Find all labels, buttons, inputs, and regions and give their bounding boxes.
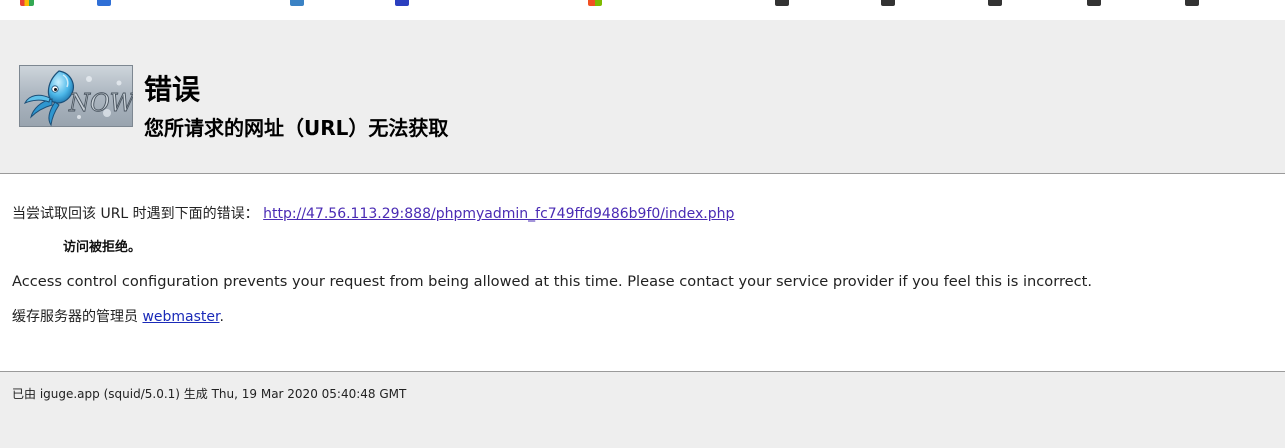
- bookmark-favicon-icon: [1185, 0, 1199, 6]
- squid-logo: NOW: [19, 65, 133, 127]
- bookmark-favicon-icon: [588, 0, 602, 6]
- error-footer: 已由 iguge.app (squid/5.0.1) 生成 Thu, 19 Ma…: [0, 371, 1285, 448]
- error-header: NOW 错误 您所请求的网址（URL）无法获取: [0, 20, 1285, 174]
- generated-by-text: 已由 iguge.app (squid/5.0.1) 生成 Thu, 19 Ma…: [12, 387, 407, 401]
- bookmark-5[interactable]: [588, 0, 610, 6]
- error-content: 当尝试取回该 URL 时遇到下面的错误： http://47.56.113.29…: [0, 174, 1285, 370]
- page-title: 错误: [144, 73, 201, 106]
- apps-grid-icon: [20, 0, 34, 6]
- bookmark-favicon-icon: [395, 0, 409, 6]
- requested-url-link[interactable]: http://47.56.113.29:888/phpmyadmin_fc749…: [263, 206, 734, 222]
- error-prefix: 当尝试取回该 URL 时遇到下面的错误：: [12, 206, 259, 222]
- bookmark-3[interactable]: [290, 0, 312, 6]
- webmaster-link[interactable]: webmaster: [142, 309, 219, 325]
- bookmark-favicon-icon: [290, 0, 304, 6]
- bookmark-4[interactable]: [395, 0, 417, 6]
- bookmark-9[interactable]: [1087, 0, 1109, 6]
- bookmark-7[interactable]: [881, 0, 903, 6]
- bookmark-favicon-icon: [988, 0, 1002, 6]
- bookmark-favicon-icon: [775, 0, 789, 6]
- bookmark-favicon-icon: [881, 0, 895, 6]
- bookmarks-bar: [0, 0, 1285, 20]
- bookmark-favicon-icon: [1087, 0, 1101, 6]
- error-description: Access control configuration prevents yo…: [12, 273, 1092, 290]
- error-reason: 访问被拒绝。: [63, 240, 142, 255]
- error-url-line: 当尝试取回该 URL 时遇到下面的错误： http://47.56.113.29…: [12, 204, 734, 224]
- bookmark-10[interactable]: [1185, 0, 1207, 6]
- bookmark-8[interactable]: [988, 0, 1010, 6]
- squid-icon: NOW: [23, 70, 133, 127]
- bookmark-6[interactable]: [775, 0, 797, 6]
- admin-suffix: .: [219, 309, 224, 325]
- bookmark-2[interactable]: [97, 0, 119, 6]
- admin-line: 缓存服务器的管理员 webmaster.: [12, 307, 224, 327]
- logo-text: NOW: [68, 89, 133, 117]
- admin-prefix: 缓存服务器的管理员: [12, 309, 138, 325]
- page-subtitle: 您所请求的网址（URL）无法获取: [144, 116, 449, 140]
- bookmark-apps[interactable]: [20, 0, 42, 6]
- bookmark-favicon-icon: [97, 0, 111, 6]
